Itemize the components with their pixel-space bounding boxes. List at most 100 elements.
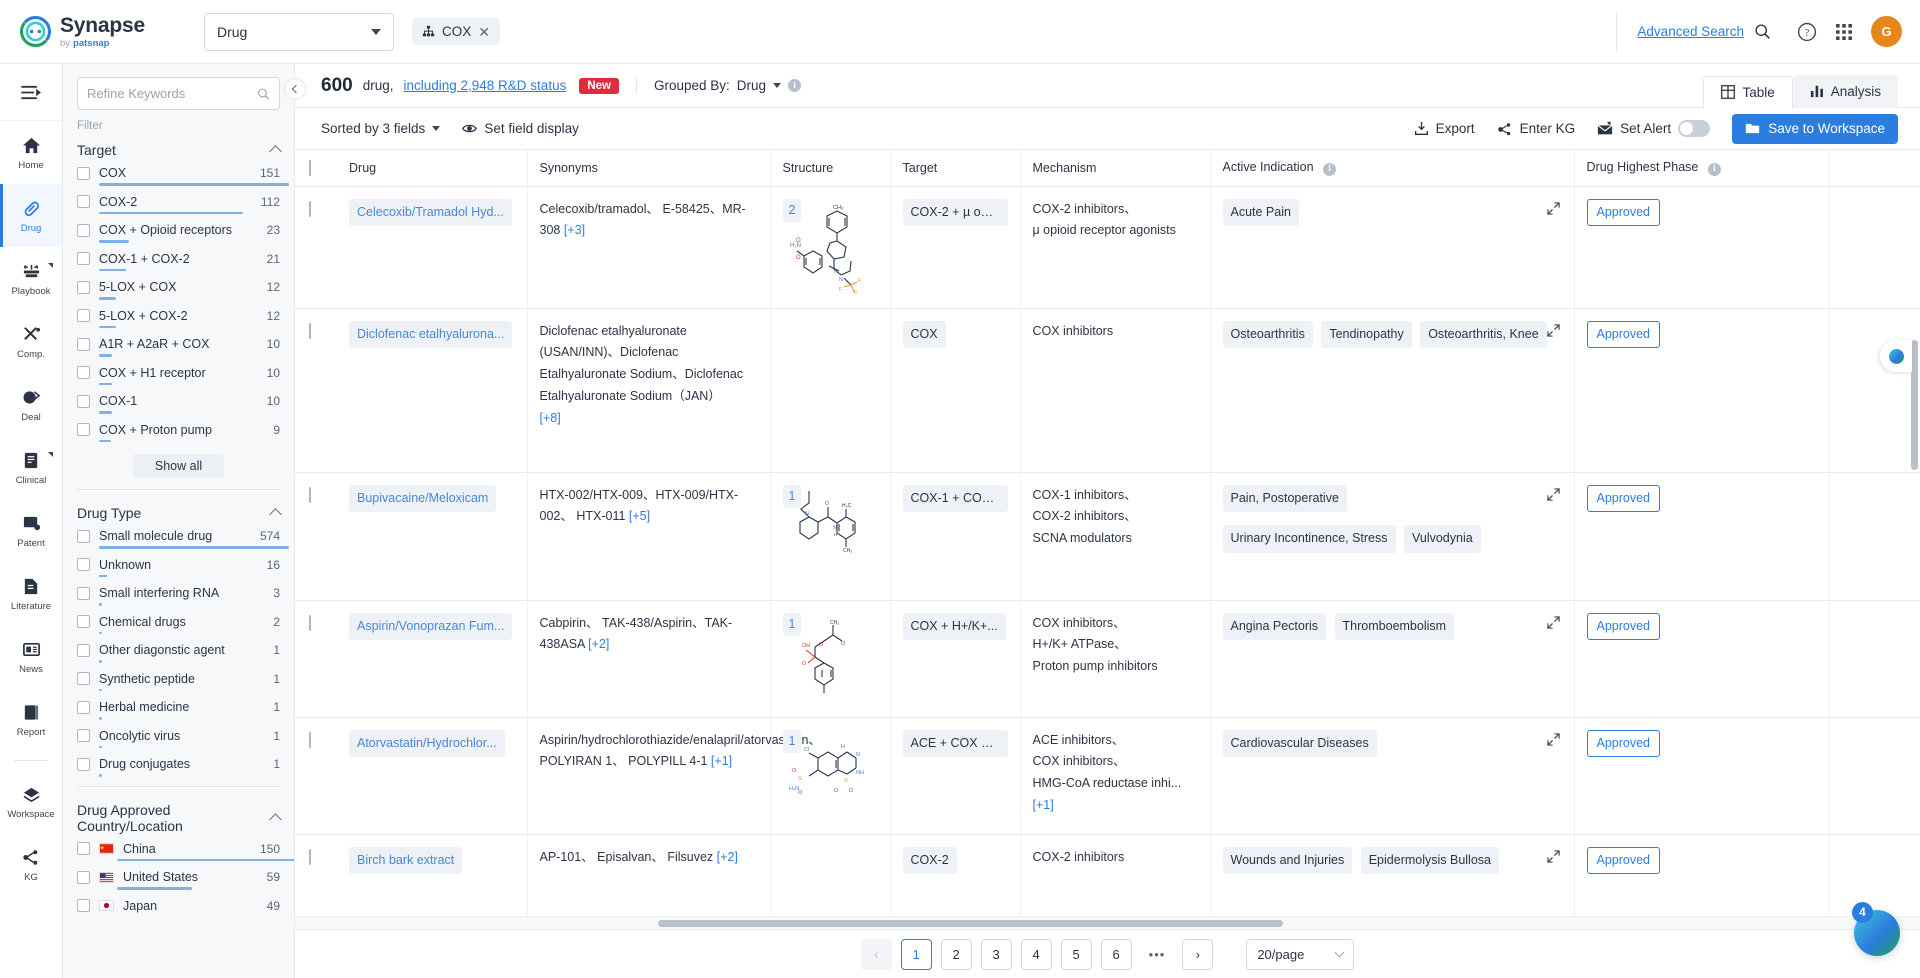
avatar[interactable]: G xyxy=(1871,16,1902,47)
row-checkbox[interactable] xyxy=(309,614,311,631)
drug-name-link[interactable]: Diclofenac etalhyalurona... xyxy=(349,320,513,349)
set-field-display-button[interactable]: Set field display xyxy=(462,121,579,136)
synonyms-more[interactable]: [+5] xyxy=(629,509,650,523)
indication-tag[interactable]: Osteoarthritis, Knee xyxy=(1420,320,1547,349)
checkbox[interactable] xyxy=(77,700,90,714)
target-tag[interactable]: COX + H+/K+... xyxy=(902,612,1006,641)
checkbox[interactable] xyxy=(77,757,90,771)
rd-status-link[interactable]: including 2,948 R&D status xyxy=(403,78,566,93)
phase-badge[interactable]: Approved xyxy=(1586,484,1661,513)
target-tag[interactable]: COX-2 + µ opi... xyxy=(902,198,1008,227)
row-checkbox[interactable] xyxy=(309,200,311,217)
rail-item-clinical[interactable]: Clinical xyxy=(0,436,62,499)
filter-group-target[interactable]: Target xyxy=(63,136,294,166)
search-icon[interactable] xyxy=(257,87,270,101)
indication-tag[interactable]: Epidermolysis Bullosa xyxy=(1360,846,1499,875)
checkbox[interactable] xyxy=(77,672,90,685)
entity-type-select[interactable]: Drug xyxy=(204,12,394,51)
grouped-by-value[interactable]: Drug xyxy=(737,78,766,93)
rail-item-report[interactable]: Report xyxy=(0,688,62,751)
filter-item[interactable]: Japan 49 xyxy=(63,899,294,913)
prev-page-button[interactable]: ‹ xyxy=(860,938,892,970)
filter-group-country[interactable]: Drug Approved Country/Location xyxy=(63,796,294,842)
filter-item[interactable]: Small molecule drug 574 xyxy=(63,529,294,549)
checkbox[interactable] xyxy=(77,586,90,600)
checkbox[interactable] xyxy=(77,423,90,436)
checkbox[interactable] xyxy=(77,643,90,657)
filter-item[interactable]: COX + Proton pump 9 xyxy=(63,423,294,442)
rail-item-home[interactable]: Home xyxy=(0,121,62,184)
filter-item[interactable]: China 150 xyxy=(63,842,294,861)
filter-item[interactable]: Synthetic peptide 1 xyxy=(63,672,294,691)
filter-item[interactable]: Small interfering RNA 3 xyxy=(63,586,294,606)
indication-tag[interactable]: Osteoarthritis xyxy=(1222,320,1313,349)
checkbox[interactable] xyxy=(77,309,90,322)
info-icon[interactable]: i xyxy=(1707,162,1721,176)
synonyms-more[interactable]: [+2] xyxy=(717,850,738,864)
close-icon[interactable]: ✕ xyxy=(478,25,490,39)
expand-icon[interactable] xyxy=(1546,201,1560,223)
indication-tag[interactable]: Thromboembolism xyxy=(1334,612,1455,641)
rail-item-comp[interactable]: Comp. xyxy=(0,310,62,373)
page-size-select[interactable]: 20/page xyxy=(1246,938,1355,970)
checkbox[interactable] xyxy=(77,252,90,265)
filter-item[interactable]: 5-LOX + COX 12 xyxy=(63,280,294,300)
phase-badge[interactable]: Approved xyxy=(1586,846,1661,875)
horizontal-scrollbar[interactable] xyxy=(295,916,1920,929)
filter-item[interactable]: COX-1 10 xyxy=(63,394,294,414)
set-alert-control[interactable]: Set Alert xyxy=(1597,120,1711,137)
checkbox[interactable] xyxy=(77,337,90,351)
checkbox[interactable] xyxy=(77,729,90,742)
column-header-structure[interactable]: Structure xyxy=(770,150,891,187)
target-tag[interactable]: COX-1 + COX-... xyxy=(902,484,1008,513)
column-header-drug-highest-phase[interactable]: Drug Highest Phase i xyxy=(1574,150,1830,187)
drug-name-link[interactable]: Bupivacaine/Meloxicam xyxy=(349,484,497,513)
vertical-scrollbar[interactable] xyxy=(1911,340,1918,470)
rail-item-kg[interactable]: KG xyxy=(0,833,62,896)
rail-item-patent[interactable]: Patent xyxy=(0,499,62,562)
expand-icon[interactable] xyxy=(1546,732,1560,754)
table-row[interactable]: Atorvastatin/Hydrochlor... Aspirin/hydro… xyxy=(295,717,1920,835)
expand-icon[interactable] xyxy=(1546,615,1560,637)
indication-tag[interactable]: Vulvodynia xyxy=(1404,525,1481,554)
expand-icon[interactable] xyxy=(1546,849,1560,871)
column-header-drug[interactable]: Drug xyxy=(337,150,528,187)
synonyms-more[interactable]: [+2] xyxy=(588,637,609,651)
column-header-active-indication[interactable]: Active Indication i xyxy=(1210,150,1575,187)
indication-tag[interactable]: Cardiovascular Diseases xyxy=(1222,729,1377,758)
rail-item-news[interactable]: News xyxy=(0,625,62,688)
checkbox[interactable] xyxy=(77,366,90,379)
tab-table[interactable]: Table xyxy=(1703,75,1793,109)
page-button-3[interactable]: 3 xyxy=(980,938,1012,970)
filter-item[interactable]: Other diagonstic agent 1 xyxy=(63,643,294,663)
row-checkbox[interactable] xyxy=(309,486,311,503)
filter-item[interactable]: Unknown 16 xyxy=(63,558,294,577)
rail-item-drug[interactable]: Drug xyxy=(0,184,62,247)
rail-item-workspace[interactable]: Workspace xyxy=(0,770,62,833)
search-icon[interactable] xyxy=(1754,23,1771,40)
page-button-4[interactable]: 4 xyxy=(1020,938,1052,970)
page-button-1[interactable]: 1 xyxy=(900,938,932,970)
brand-logo[interactable]: Synapse by patsnap xyxy=(20,15,192,49)
expand-icon[interactable] xyxy=(1546,323,1560,345)
tab-analysis[interactable]: Analysis xyxy=(1792,74,1898,108)
row-checkbox[interactable] xyxy=(309,322,311,339)
checkbox[interactable] xyxy=(77,529,90,543)
page-ellipsis[interactable]: ••• xyxy=(1141,939,1174,970)
filter-item[interactable]: Drug conjugates 1 xyxy=(63,757,294,777)
table-row[interactable]: Aspirin/Vonoprazan Fum... Cabpirin、 TAK-… xyxy=(295,600,1920,718)
rail-item-deal[interactable]: Deal xyxy=(0,373,62,436)
filter-item[interactable]: United States 59 xyxy=(63,870,294,890)
drug-name-link[interactable]: Atorvastatin/Hydrochlor... xyxy=(349,729,505,758)
next-page-button[interactable]: › xyxy=(1182,938,1214,970)
expand-icon[interactable] xyxy=(1546,487,1560,509)
row-checkbox[interactable] xyxy=(309,731,311,748)
checkbox[interactable] xyxy=(77,615,90,628)
column-header-mechanism[interactable]: Mechanism xyxy=(1020,150,1211,187)
filter-item[interactable]: Chemical drugs 2 xyxy=(63,615,294,634)
info-icon[interactable]: i xyxy=(788,79,802,92)
indication-tag[interactable]: Acute Pain xyxy=(1222,198,1299,227)
filter-item[interactable]: COX-2 112 xyxy=(63,195,294,214)
filter-item[interactable]: Oncolytic virus 1 xyxy=(63,729,294,748)
filter-item[interactable]: COX + H1 receptor 10 xyxy=(63,366,294,385)
